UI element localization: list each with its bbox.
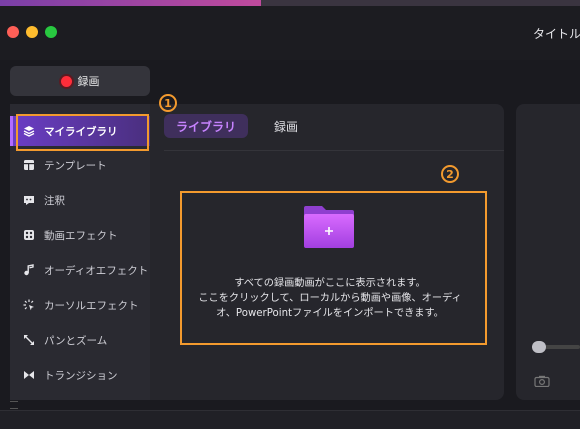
annotation-icon xyxy=(23,194,35,206)
pan-zoom-icon xyxy=(23,334,35,346)
record-button[interactable]: 録画 xyxy=(10,66,150,96)
sidebar-item-label: テンプレート xyxy=(44,159,107,172)
record-dot-icon xyxy=(60,75,72,87)
tab-divider xyxy=(164,150,504,151)
tab-recording[interactable]: 録画 xyxy=(262,114,310,138)
record-button-label: 録画 xyxy=(77,75,100,88)
annotation-number-1: 1 xyxy=(159,94,177,112)
close-window-button[interactable] xyxy=(7,26,19,38)
sidebar-item-transition[interactable]: トランジション xyxy=(10,360,150,390)
zoom-window-button[interactable] xyxy=(45,26,57,38)
tab-library[interactable]: ライブラリ xyxy=(164,114,249,138)
template-icon xyxy=(23,159,35,171)
sidebar-item-template[interactable]: テンプレート xyxy=(10,150,150,180)
resize-grip-icon[interactable] xyxy=(10,401,18,409)
sidebar-item-label: パンとズーム xyxy=(44,334,108,347)
sidebar-item-label: 動画エフェクト xyxy=(44,229,118,242)
audio-effect-icon xyxy=(23,264,35,276)
annotation-number-2: 2 xyxy=(441,165,459,183)
sidebar-item-label: オーディオエフェクト xyxy=(44,264,149,277)
title-bar: タイトル xyxy=(0,6,580,60)
sidebar-item-pan-zoom[interactable]: パンとズーム xyxy=(10,325,150,355)
camera-icon[interactable] xyxy=(534,372,550,388)
sidebar-item-label: カーソルエフェクト xyxy=(44,299,139,312)
annotation-box-1 xyxy=(16,114,149,151)
video-effect-icon xyxy=(23,229,35,241)
zoom-slider-knob[interactable] xyxy=(532,341,546,353)
sidebar-item-cursor-effect[interactable]: カーソルエフェクト xyxy=(10,290,150,320)
sidebar-item-label: トランジション xyxy=(44,369,118,382)
sidebar-item-annotation[interactable]: 注釈 xyxy=(10,185,150,215)
window-title: タイトル xyxy=(533,27,580,41)
cursor-effect-icon xyxy=(23,299,35,311)
preview-panel xyxy=(516,104,580,400)
sidebar-item-audio-effect[interactable]: オーディオエフェクト xyxy=(10,255,150,285)
timeline-toolbar xyxy=(0,410,580,429)
transition-icon xyxy=(23,369,35,381)
minimize-window-button[interactable] xyxy=(26,26,38,38)
sidebar-item-video-effect[interactable]: 動画エフェクト xyxy=(10,220,150,250)
annotation-box-2 xyxy=(180,191,487,345)
sidebar-item-label: 注釈 xyxy=(44,194,65,207)
